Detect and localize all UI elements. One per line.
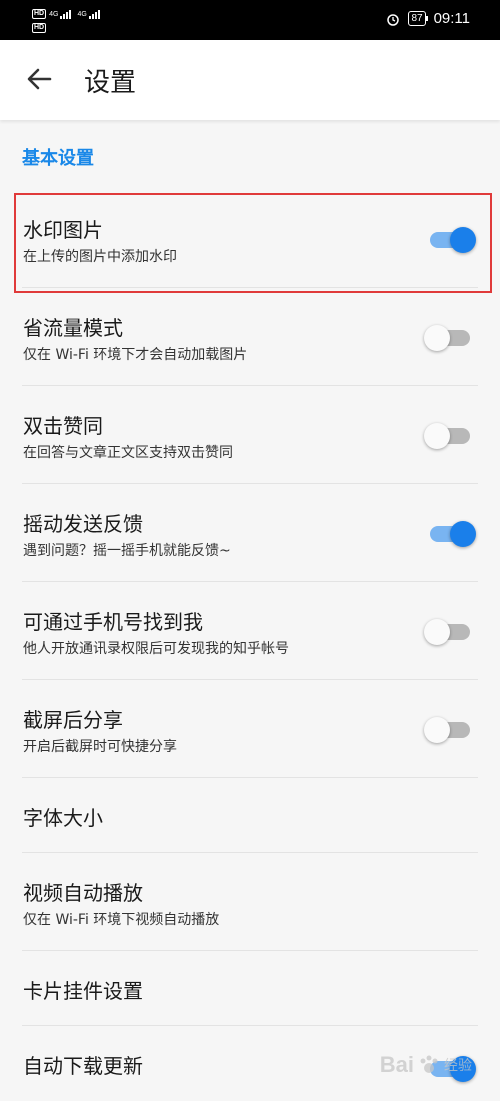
shake-feedback-toggle[interactable] <box>430 521 476 547</box>
row-title: 可通过手机号找到我 <box>23 610 203 634</box>
battery-indicator: 87 <box>408 11 428 26</box>
row-title: 省流量模式 <box>23 316 123 340</box>
row-subtitle: 仅在 Wi-Fi 环境下才会自动加载图片 <box>23 347 248 363</box>
network-type: 4G <box>49 10 59 18</box>
baidu-jingyan-watermark: Bai 经验 <box>380 1052 472 1078</box>
row-title: 卡片挂件设置 <box>23 979 143 1003</box>
row-title: 视频自动播放 <box>23 881 143 905</box>
status-bar: HD 4G 4G HD 87 09:11 <box>0 0 500 40</box>
watermark-toggle[interactable] <box>430 227 476 253</box>
page-title: 设置 <box>84 68 137 98</box>
row-subtitle: 在回答与文章正文区支持双击赞同 <box>23 445 233 461</box>
setting-watermark[interactable]: 水印图片 在上传的图片中添加水印 <box>0 190 500 288</box>
row-title: 摇动发送反馈 <box>23 512 143 536</box>
screenshot-share-toggle[interactable] <box>424 717 470 743</box>
setting-data-saver[interactable]: 省流量模式 仅在 Wi-Fi 环境下才会自动加载图片 <box>0 288 500 386</box>
row-title: 双击赞同 <box>23 414 103 438</box>
row-subtitle: 遇到问题？摇一摇手机就能反馈~ <box>23 543 231 559</box>
signal-icon-2 <box>88 9 100 19</box>
alarm-icon <box>387 13 400 26</box>
clock: 09:11 <box>433 10 470 27</box>
setting-video-autoplay[interactable]: 视频自动播放 仅在 Wi-Fi 环境下视频自动播放 <box>0 853 500 951</box>
row-title: 自动下载更新 <box>23 1054 143 1078</box>
row-subtitle: 开启后截屏时可快捷分享 <box>23 739 177 755</box>
setting-screenshot-share[interactable]: 截屏后分享 开启后截屏时可快捷分享 <box>0 680 500 778</box>
signal-icon <box>60 9 72 19</box>
app-bar: 设置 <box>0 40 500 120</box>
data-saver-toggle[interactable] <box>424 325 470 351</box>
setting-shake-feedback[interactable]: 摇动发送反馈 遇到问题？摇一摇手机就能反馈~ <box>0 484 500 582</box>
watermark-brand: Bai <box>379 1052 414 1077</box>
network-type-2: 4G <box>77 10 87 18</box>
watermark-suffix: 经验 <box>444 1058 472 1074</box>
section-title: 基本设置 <box>22 148 94 169</box>
find-by-phone-toggle[interactable] <box>424 619 470 645</box>
signal-indicators: HD 4G 4G HD <box>32 8 100 34</box>
row-title: 截屏后分享 <box>23 708 123 732</box>
row-title: 水印图片 <box>23 218 103 242</box>
paw-icon <box>420 1055 438 1073</box>
settings-list: 水印图片 在上传的图片中添加水印 省流量模式 仅在 Wi-Fi 环境下才会自动加… <box>0 190 500 1101</box>
hd-icon: HD <box>32 9 47 19</box>
row-title: 字体大小 <box>23 806 103 830</box>
setting-find-by-phone[interactable]: 可通过手机号找到我 他人开放通讯录权限后可发现我的知乎帐号 <box>0 582 500 680</box>
setting-card-widget[interactable]: 卡片挂件设置 <box>0 951 500 1026</box>
double-tap-toggle[interactable] <box>424 423 470 449</box>
setting-font-size[interactable]: 字体大小 <box>0 778 500 853</box>
row-subtitle: 在上传的图片中添加水印 <box>23 249 177 265</box>
row-subtitle: 仅在 Wi-Fi 环境下视频自动播放 <box>23 912 220 928</box>
back-arrow-icon[interactable] <box>26 66 52 92</box>
setting-double-tap-upvote[interactable]: 双击赞同 在回答与文章正文区支持双击赞同 <box>0 386 500 484</box>
hd-icon-2: HD <box>32 23 47 33</box>
row-subtitle: 他人开放通讯录权限后可发现我的知乎帐号 <box>23 641 289 657</box>
